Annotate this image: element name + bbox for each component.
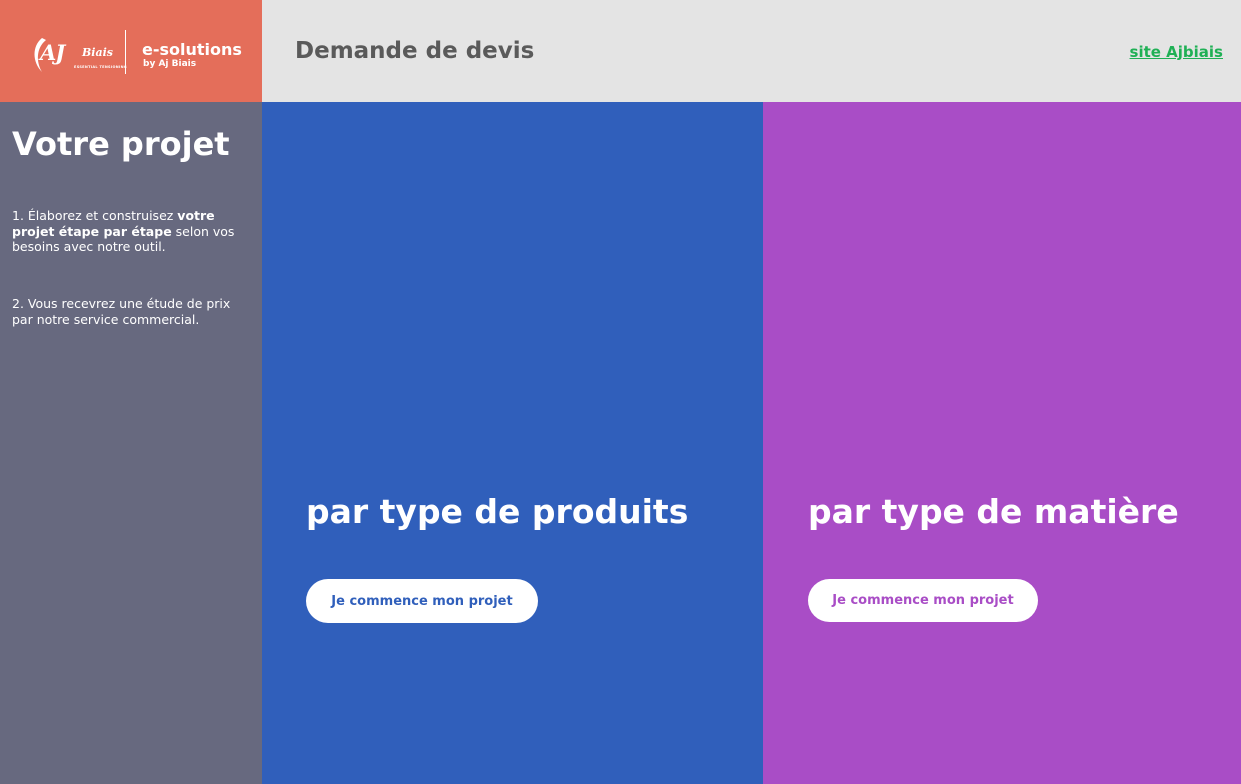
start-project-products-button[interactable]: Je commence mon projet	[306, 579, 538, 623]
brand-area: AJ Biais ESSENTIAL TENSIONING e-solution…	[0, 0, 262, 102]
step-1-prefix: 1. Élaborez et construisez	[12, 208, 178, 223]
start-project-material-button[interactable]: Je commence mon projet	[808, 579, 1038, 622]
logo-aj-text: AJ	[40, 40, 65, 65]
page-title: Demande de devis	[295, 38, 535, 64]
panel-material-title: par type de matière	[808, 492, 1179, 531]
step-2-text: 2. Vous recevrez une étude de prix par n…	[12, 296, 231, 327]
product-name: e-solutions	[142, 40, 242, 59]
logo-biais-text: Biais	[82, 46, 113, 59]
brand-divider	[125, 30, 126, 74]
panel-by-product-type: par type de produits Je commence mon pro…	[262, 102, 763, 784]
ajbiais-logo[interactable]: AJ Biais ESSENTIAL TENSIONING	[30, 34, 127, 74]
sidebar-heading: Votre projet	[12, 125, 230, 163]
panel-by-material-type: par type de matière Je commence mon proj…	[763, 102, 1241, 784]
panel-products-title: par type de produits	[306, 492, 689, 531]
logo-tagline: ESSENTIAL TENSIONING	[74, 65, 127, 69]
site-ajbiais-link[interactable]: site Ajbiais	[1130, 43, 1223, 61]
product-by: by Aj Biais	[143, 59, 197, 69]
step-1-text: 1. Élaborez et construisez votre projet …	[12, 208, 248, 255]
sidebar: Votre projet 1. Élaborez et construisez …	[0, 102, 262, 784]
